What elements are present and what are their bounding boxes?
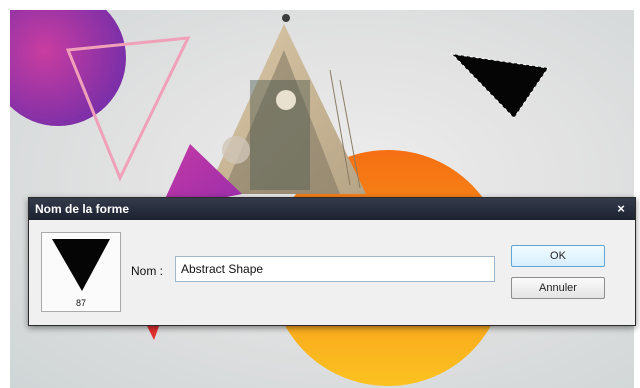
shape-name-dialog: Nom de la forme × 87 Nom : OK Annuler <box>28 197 636 326</box>
shape-name-input[interactable] <box>175 256 495 282</box>
name-label: Nom : <box>131 264 164 278</box>
dialog-titlebar: Nom de la forme × <box>29 198 635 220</box>
selected-black-triangle <box>452 54 548 118</box>
preview-number: 87 <box>75 298 86 308</box>
purple-circle-shape <box>10 10 126 126</box>
cancel-button[interactable]: Annuler <box>511 277 605 299</box>
collage-triangle <box>206 14 366 194</box>
dialog-title: Nom de la forme <box>35 202 130 216</box>
shape-preview: 87 <box>41 232 121 312</box>
photoshop-workspace: Nom de la forme × 87 Nom : OK Annuler <box>0 0 640 388</box>
close-icon[interactable]: × <box>613 200 629 218</box>
ok-button[interactable]: OK <box>511 245 605 267</box>
